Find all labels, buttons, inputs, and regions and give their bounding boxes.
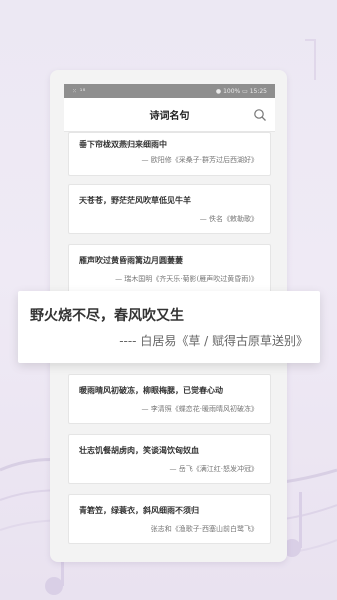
quote-text: 青箬笠，绿蓑衣，斜风细雨不须归 (79, 506, 199, 515)
featured-quote-card[interactable]: 野火烧不尽，春风吹又生 ---- 白居易《草 / 赋得古原草送别》 (18, 291, 320, 363)
quote-card[interactable]: 青箬笠，绿蓑衣，斜风细雨不须归 张志和《渔歌子·西塞山前白鹭飞》 (68, 494, 271, 544)
quote-text: 天苍苍，野茫茫风吹草低见牛羊 (79, 196, 191, 205)
top-navigation: 诗词名句 (64, 98, 275, 132)
quote-card[interactable]: 天苍苍，野茫茫风吹草低见牛羊 — 佚名《敕勒歌》 (68, 184, 271, 234)
quote-source: — 岳飞《满江红·怒发冲冠》 (169, 465, 258, 473)
featured-quote-source: ---- 白居易《草 / 赋得古原草送别》 (119, 334, 308, 348)
page-title: 诗词名句 (149, 111, 190, 122)
quote-source: — 李清照《蝶恋花·暖雨晴风初破冻》 (141, 405, 258, 413)
quote-source: — 佚名《敕勒歌》 (199, 215, 258, 223)
quote-source: 张志和《渔歌子·西塞山前白鹭飞》 (150, 525, 258, 533)
quote-text: 壮志饥餐胡虏肉，笑谈渴饮匈奴血 (79, 446, 199, 455)
search-icon[interactable] (253, 108, 267, 122)
quote-text: 垂下帘栊双燕归来细雨中 (79, 140, 167, 149)
status-battery-time: ● 100% ▭ 15:25 (215, 87, 267, 95)
status-bar: ⁙ ¹⁸ ● 100% ▭ 15:25 (64, 84, 275, 98)
quote-card[interactable]: 垂下帘栊双燕归来细雨中 — 欧阳修《采桑子·群芳过后西湖好》 (68, 132, 271, 176)
quote-card[interactable]: 暖雨晴风初破冻，柳眼梅腮，已觉春心动 — 李清照《蝶恋花·暖雨晴风初破冻》 (68, 374, 271, 424)
quote-text: 雁声吹过黄昏雨篱边月圆萋萋 (79, 256, 183, 265)
quote-card[interactable]: 雁声吹过黄昏雨篱边月圆萋萋 — 瑞木国明《齐天乐·菊影(雁声吹过黄昏雨)》 (68, 244, 271, 294)
quote-source: — 欧阳修《采桑子·群芳过后西湖好》 (141, 156, 258, 164)
quote-card[interactable]: 壮志饥餐胡虏肉，笑谈渴饮匈奴血 — 岳飞《满江红·怒发冲冠》 (68, 434, 271, 484)
signal-indicator: ⁙ ¹⁸ (72, 87, 86, 95)
quote-source: — 瑞木国明《齐天乐·菊影(雁声吹过黄昏雨)》 (115, 275, 258, 283)
quote-text: 暖雨晴风初破冻，柳眼梅腮，已觉春心动 (79, 386, 223, 395)
featured-quote-text: 野火烧不尽，春风吹又生 (30, 308, 184, 324)
